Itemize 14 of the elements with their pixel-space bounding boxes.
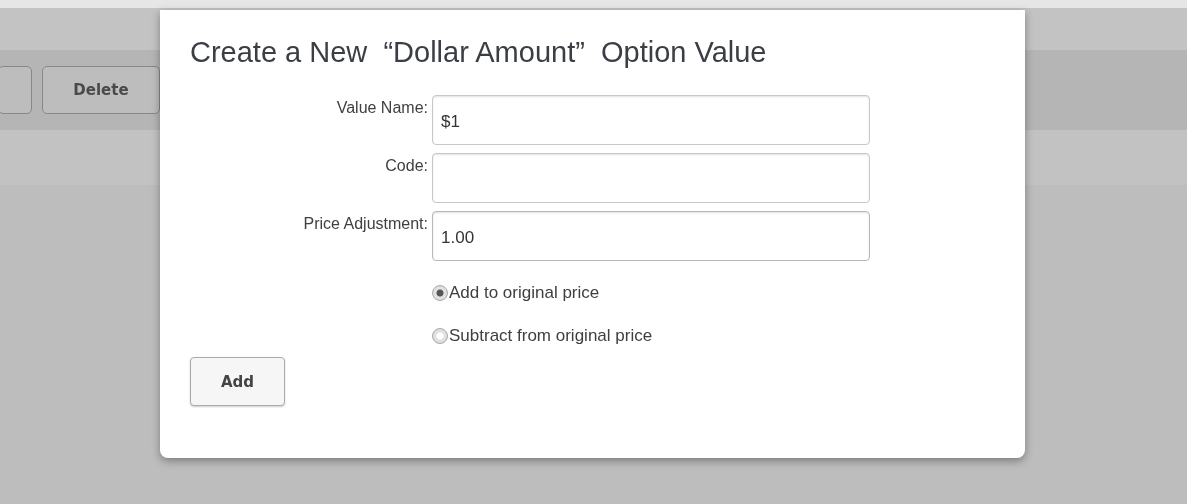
cut-off-button[interactable] (0, 66, 32, 114)
field-label: Code: (384, 156, 428, 175)
add-button[interactable]: Add (190, 357, 285, 406)
radio-button[interactable] (432, 328, 448, 344)
radio-button[interactable] (432, 285, 448, 301)
option-label: Subtract from original price (449, 326, 653, 346)
field-label: Price Adjustment: (302, 214, 428, 233)
toolbar-button[interactable]: Delete (42, 66, 160, 114)
input-field[interactable]: $1 (432, 95, 870, 145)
input-field[interactable]: 1.00 (432, 211, 870, 261)
field-label: Value Name: (335, 98, 428, 117)
input-field[interactable] (432, 153, 870, 203)
option-label: Add to original price (449, 283, 600, 303)
dialog-title: Create a New “Dollar Amount” Option Value (190, 36, 768, 69)
